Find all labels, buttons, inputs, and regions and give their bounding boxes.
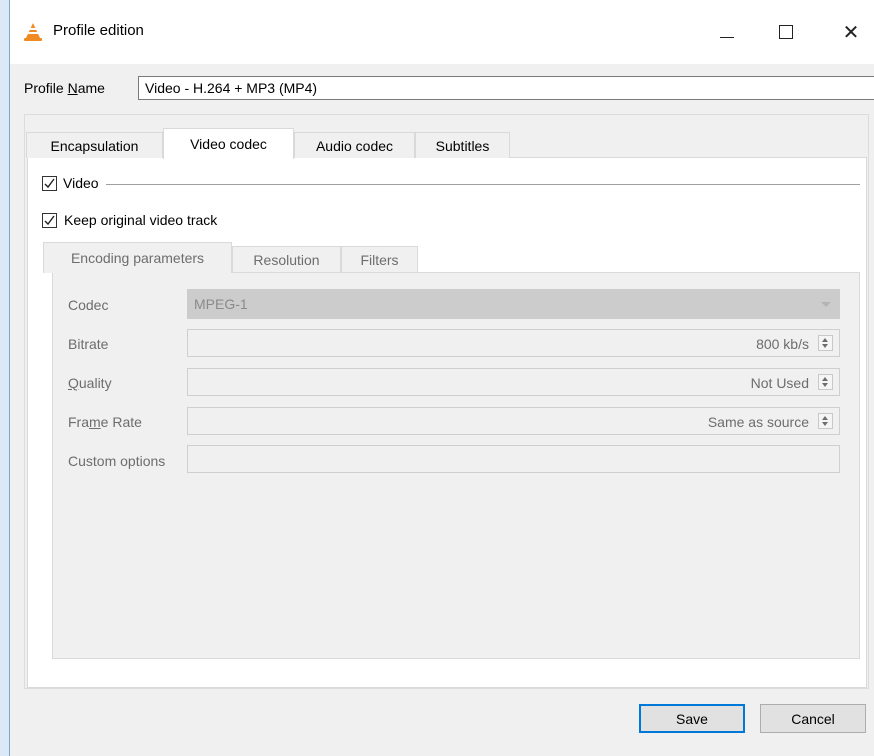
profile-name-input[interactable] — [138, 76, 874, 100]
tab-subtitles[interactable]: Subtitles — [415, 132, 510, 158]
arrow-down-icon — [822, 344, 828, 348]
arrow-up-icon — [822, 416, 828, 420]
maximize-button[interactable] — [763, 12, 809, 52]
quality-label: Quality — [68, 375, 112, 391]
tab-encapsulation[interactable]: Encapsulation — [26, 132, 163, 158]
close-icon: ✕ — [842, 21, 860, 44]
close-button[interactable]: ✕ — [828, 12, 874, 52]
cancel-button[interactable]: Cancel — [760, 704, 866, 733]
custom-options-label: Custom options — [68, 453, 166, 469]
tab-audio-codec[interactable]: Audio codec — [294, 132, 415, 158]
keep-original-checkbox[interactable] — [42, 213, 57, 228]
quality-value: Not Used — [750, 375, 809, 391]
quality-spinbox[interactable]: Not Used — [187, 368, 840, 396]
tab-filters[interactable]: Filters — [341, 246, 418, 272]
profile-edition-window: Profile edition ✕ Profile Name Encapsula… — [9, 0, 874, 756]
arrow-up-icon — [822, 338, 828, 342]
maximize-icon — [779, 25, 793, 39]
checkmark-icon — [44, 215, 55, 226]
arrow-down-icon — [822, 422, 828, 426]
profile-name-label: Profile Name — [24, 80, 105, 96]
frame-rate-spinbox[interactable]: Same as source — [187, 407, 840, 435]
vlc-cone-icon — [24, 23, 42, 41]
chevron-down-icon — [821, 302, 831, 307]
checkmark-icon — [44, 178, 55, 189]
video-group-divider — [106, 184, 860, 185]
video-checkbox-label: Video — [63, 175, 99, 191]
frame-rate-stepper[interactable] — [818, 413, 833, 429]
quality-stepper[interactable] — [818, 374, 833, 390]
frame-rate-label: Frame Rate — [68, 414, 142, 430]
custom-options-input[interactable] — [187, 445, 840, 473]
bitrate-spinbox[interactable]: 800 kb/s — [187, 329, 840, 357]
bitrate-stepper[interactable] — [818, 335, 833, 351]
window-title: Profile edition — [53, 22, 144, 39]
video-checkbox[interactable] — [42, 176, 57, 191]
keep-original-label: Keep original video track — [64, 212, 218, 228]
codec-value: MPEG-1 — [194, 296, 248, 312]
tab-encoding-parameters[interactable]: Encoding parameters — [43, 242, 232, 273]
tab-resolution[interactable]: Resolution — [232, 246, 341, 272]
arrow-up-icon — [822, 377, 828, 381]
minimize-icon — [720, 36, 734, 38]
bitrate-label: Bitrate — [68, 336, 109, 352]
bitrate-value: 800 kb/s — [756, 336, 809, 352]
profile-name-row: Profile Name — [24, 76, 874, 102]
minimize-button[interactable] — [704, 12, 750, 52]
codec-label: Codec — [68, 297, 109, 313]
arrow-down-icon — [822, 383, 828, 387]
save-button[interactable]: Save — [639, 704, 745, 733]
title-bar: Profile edition ✕ — [10, 0, 874, 64]
codec-select[interactable]: MPEG-1 — [187, 289, 840, 319]
frame-rate-value: Same as source — [707, 414, 809, 430]
tab-video-codec[interactable]: Video codec — [163, 128, 294, 159]
